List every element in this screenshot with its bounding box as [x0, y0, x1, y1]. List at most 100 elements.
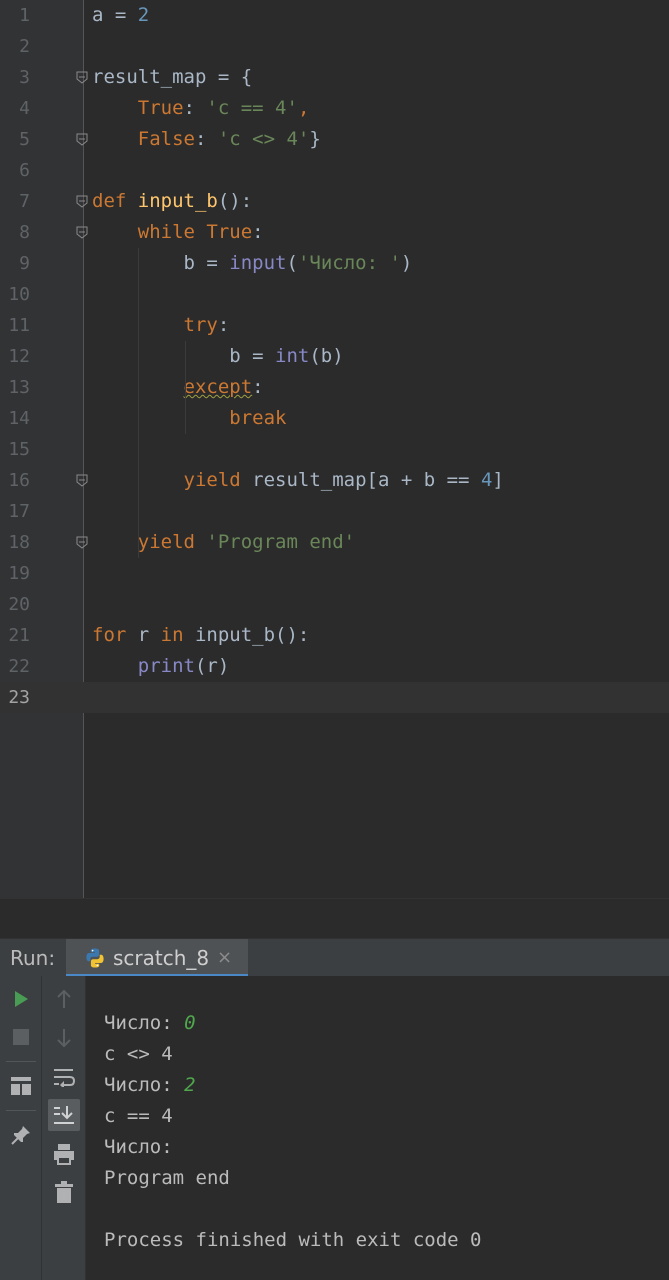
- code-line[interactable]: 22 print(r): [0, 651, 669, 682]
- console-line: Число: 2: [104, 1070, 196, 1101]
- code-token: 'c <> 4': [217, 128, 310, 150]
- editor-empty-area: [0, 898, 669, 939]
- code-line[interactable]: 8 while True:: [0, 217, 669, 248]
- toolbar-separator: [6, 1110, 36, 1111]
- code-token: except: [183, 376, 253, 398]
- code-line[interactable]: 20: [0, 589, 669, 620]
- console-text: c == 4: [104, 1105, 173, 1127]
- code-line[interactable]: 13 except:: [0, 372, 669, 403]
- code-token: a =: [92, 4, 138, 26]
- line-number: 12: [8, 346, 30, 367]
- code-line[interactable]: 5 False: 'c <> 4'}: [0, 124, 669, 155]
- layout-icon[interactable]: [6, 1071, 36, 1101]
- python-icon: [86, 948, 104, 968]
- code-text: def input_b():: [92, 186, 252, 217]
- pin-icon[interactable]: [6, 1120, 36, 1150]
- code-token: :: [252, 376, 264, 398]
- code-token: result_map[a + b ==: [252, 469, 481, 491]
- code-line[interactable]: 11 try:: [0, 310, 669, 341]
- fold-marker-icon[interactable]: [76, 71, 88, 84]
- console-text: Program end: [104, 1167, 230, 1189]
- code-token: int: [275, 345, 310, 367]
- fold-marker-icon[interactable]: [76, 536, 88, 549]
- code-token: ]: [492, 469, 504, 491]
- code-line[interactable]: 4 True: 'c == 4',: [0, 93, 669, 124]
- code-line[interactable]: 12 b = int(b): [0, 341, 669, 372]
- line-number: 13: [8, 377, 30, 398]
- code-line[interactable]: 17: [0, 496, 669, 527]
- line-number: 4: [19, 98, 30, 119]
- code-text: for r in input_b():: [92, 620, 309, 651]
- line-number: 22: [8, 656, 30, 677]
- fold-marker-icon[interactable]: [76, 133, 88, 146]
- code-line[interactable]: 9 b = input('Число: '): [0, 248, 669, 279]
- scroll-to-end-icon[interactable]: [48, 1099, 80, 1131]
- line-number: 3: [19, 67, 30, 88]
- stop-icon[interactable]: [6, 1022, 36, 1052]
- console-text: c <> 4: [104, 1043, 173, 1065]
- code-text: yield 'Program end': [92, 527, 355, 558]
- code-token: b =: [92, 345, 276, 367]
- indent-guide: [138, 248, 139, 558]
- code-token: yield: [183, 469, 253, 491]
- indent-guide: [185, 341, 186, 434]
- line-number: 19: [8, 563, 30, 584]
- fold-marker-icon[interactable]: [76, 474, 88, 487]
- code-text: a = 2: [92, 0, 149, 31]
- code-text: while True:: [92, 217, 264, 248]
- code-editor[interactable]: 1a = 2 2 3 result_map = {4 True: 'c == 4', 5…: [0, 0, 669, 898]
- down-arrow-icon[interactable]: [49, 1023, 79, 1053]
- code-token: True: [137, 97, 184, 119]
- console-line: c <> 4: [104, 1039, 173, 1070]
- soft-wrap-icon[interactable]: [49, 1062, 79, 1092]
- line-number: 16: [8, 470, 30, 491]
- code-line[interactable]: 15: [0, 434, 669, 465]
- code-line[interactable]: 1 a = 2: [0, 0, 669, 31]
- code-line[interactable]: 16 yield result_map[a + b == 4]: [0, 465, 669, 496]
- line-number: 17: [8, 501, 30, 522]
- line-number: 9: [19, 253, 30, 274]
- line-number: 15: [8, 439, 30, 460]
- code-text: yield result_map[a + b == 4]: [92, 465, 504, 496]
- code-line[interactable]: 19: [0, 558, 669, 589]
- line-number: 8: [19, 222, 30, 243]
- code-line[interactable]: 3 result_map = {: [0, 62, 669, 93]
- code-token: while: [137, 221, 207, 243]
- code-token: input_b: [137, 190, 218, 212]
- print-icon[interactable]: [49, 1139, 79, 1169]
- console-line: Число: 0: [104, 1008, 196, 1039]
- console-line: Program end: [104, 1163, 230, 1194]
- run-icon[interactable]: [6, 984, 36, 1014]
- code-line[interactable]: 18 yield 'Program end': [0, 527, 669, 558]
- line-number: 2: [19, 36, 30, 57]
- console-text: Число:: [104, 1012, 185, 1034]
- code-line[interactable]: 14 break: [0, 403, 669, 434]
- trash-icon[interactable]: [49, 1177, 79, 1207]
- toolbar-separator: [6, 1061, 36, 1062]
- code-line[interactable]: 23: [0, 682, 669, 713]
- line-number: 21: [8, 625, 30, 646]
- code-token: b =: [92, 252, 230, 274]
- code-text: except:: [92, 372, 264, 403]
- console-user-input: 0: [184, 1012, 196, 1034]
- code-token: (r): [194, 655, 230, 677]
- fold-marker-icon[interactable]: [76, 195, 88, 208]
- line-number: 1: [19, 5, 30, 26]
- code-line[interactable]: 2: [0, 31, 669, 62]
- code-token: r: [137, 624, 161, 646]
- run-panel-header: Run: scratch_8 ×: [0, 938, 669, 977]
- console-user-input: 2: [184, 1074, 196, 1096]
- code-line[interactable]: 7 def input_b():: [0, 186, 669, 217]
- fold-marker-icon[interactable]: [76, 226, 88, 239]
- code-token: 4: [480, 469, 493, 491]
- up-arrow-icon[interactable]: [49, 984, 79, 1014]
- code-line[interactable]: 10: [0, 279, 669, 310]
- close-icon[interactable]: ×: [217, 939, 232, 977]
- code-text: False: 'c <> 4'}: [92, 124, 321, 155]
- code-line[interactable]: 6: [0, 155, 669, 186]
- code-line[interactable]: 21 for r in input_b():: [0, 620, 669, 651]
- line-number: 10: [8, 284, 30, 305]
